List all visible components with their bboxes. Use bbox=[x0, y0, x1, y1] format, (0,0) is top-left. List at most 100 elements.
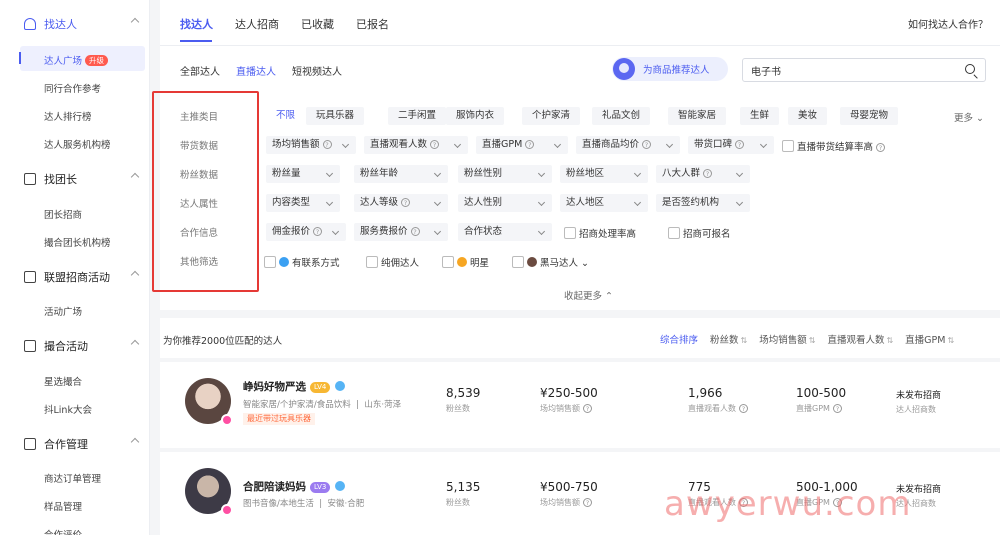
category-option[interactable]: 智能家居 bbox=[668, 107, 727, 125]
subtab-short-video[interactable]: 短视频达人 bbox=[292, 63, 342, 78]
tab-registered[interactable]: 已报名 bbox=[356, 16, 389, 32]
avg-price-dropdown[interactable]: 直播商品均价? bbox=[576, 136, 680, 154]
tab-find-creator[interactable]: 找达人 bbox=[180, 16, 213, 32]
search-icon[interactable] bbox=[965, 64, 975, 74]
creator-region-dropdown[interactable]: 达人地区 bbox=[560, 194, 648, 212]
checkbox-label: 直播带货结算率高 bbox=[797, 142, 874, 153]
tab-favorites[interactable]: 已收藏 bbox=[301, 16, 334, 32]
sidebar-item-activity-plaza[interactable]: 活动广场 bbox=[44, 304, 82, 318]
sort-label: 直播观看人数 bbox=[827, 335, 885, 346]
crowd-dropdown[interactable]: 八大人群? bbox=[656, 165, 750, 183]
sidebar-item-reviews[interactable]: 合作评价 bbox=[44, 527, 82, 535]
celebrity-checkbox[interactable]: 明星 bbox=[442, 255, 489, 269]
creator-tags: 图书音像/本地生活 | 安徽·合肥 bbox=[243, 499, 365, 509]
gpm-dropdown[interactable]: 直播GPM? bbox=[476, 136, 568, 154]
help-link[interactable]: 如何找达人合作？ bbox=[908, 16, 988, 31]
avatar[interactable] bbox=[185, 468, 233, 516]
recruit-rate-checkbox[interactable]: 招商处理率高 bbox=[564, 226, 636, 240]
sort-gpm[interactable]: 直播GPM ⇅ bbox=[905, 332, 954, 346]
sort-options: 综合排序 粉丝数 ⇅ 场均销售额 ⇅ 直播观看人数 ⇅ 直播GPM ⇅ bbox=[660, 332, 954, 346]
recommend-for-product-button[interactable]: 为商品推荐达人 bbox=[612, 57, 728, 81]
watermark: awyerwu.com bbox=[664, 484, 912, 524]
sort-label: 综合排序 bbox=[660, 335, 699, 346]
contact-checkbox[interactable]: 有联系方式 bbox=[264, 255, 340, 269]
top-tabs: 找达人 达人招商 已收藏 已报名 bbox=[180, 16, 389, 32]
creator-name[interactable]: 合肥陪读妈妈 LV3 bbox=[243, 479, 346, 494]
content-type-dropdown[interactable]: 内容类型 bbox=[266, 194, 340, 212]
category-option[interactable]: 二手闲置 bbox=[388, 107, 447, 125]
sidebar-section-match[interactable]: 撮合活动 bbox=[24, 338, 142, 354]
help-icon: ? bbox=[410, 227, 420, 236]
viewers-dropdown[interactable]: 直播观看人数? bbox=[364, 136, 468, 154]
search-box bbox=[742, 58, 986, 82]
sort-icon: ⇅ bbox=[886, 336, 894, 345]
sidebar-section-find-leader[interactable]: 找团长 bbox=[24, 171, 142, 187]
sidebar-item-peer-reference[interactable]: 同行合作参考 bbox=[44, 81, 101, 95]
subtab-all[interactable]: 全部达人 bbox=[180, 63, 220, 78]
chevron-up-icon bbox=[130, 172, 140, 182]
sidebar-item-samples[interactable]: 样品管理 bbox=[44, 499, 82, 513]
category-option[interactable]: 礼品文创 bbox=[592, 107, 651, 125]
signed-agency-dropdown[interactable]: 是否签约机构 bbox=[656, 194, 750, 212]
sort-sales[interactable]: 场均销售额 ⇅ bbox=[759, 332, 815, 346]
recruit-open-checkbox[interactable]: 招商可报名 bbox=[668, 226, 731, 240]
sort-label: 场均销售额 bbox=[759, 335, 807, 346]
sidebar-section-alliance[interactable]: 联盟招商活动 bbox=[24, 269, 142, 285]
sort-viewers[interactable]: 直播观看人数 ⇅ bbox=[827, 332, 893, 346]
sidebar-item-leader-agency-ranking[interactable]: 撮合团长机构榜 bbox=[44, 235, 111, 249]
filter-label: 主推类目 bbox=[180, 112, 219, 123]
sidebar-item-creator-plaza[interactable]: 达人广场 升级 bbox=[44, 53, 109, 67]
category-option[interactable]: 生鲜 bbox=[740, 107, 780, 125]
filter-label: 粉丝数据 bbox=[180, 170, 219, 181]
category-option[interactable]: 不限 bbox=[266, 107, 305, 125]
checkbox-label: 明星 bbox=[470, 258, 490, 269]
dark-horse-checkbox[interactable]: 黑马达人 ⌄ bbox=[512, 255, 589, 269]
sidebar-item-link-conference[interactable]: 抖Link大会 bbox=[44, 402, 92, 416]
sidebar-section-label: 撮合活动 bbox=[44, 340, 88, 353]
verified-icon bbox=[335, 481, 346, 491]
creator-level-dropdown[interactable]: 达人等级? bbox=[354, 194, 448, 212]
sales-dropdown[interactable]: 场均销售额? bbox=[266, 136, 356, 154]
creator-name[interactable]: 峥妈好物严选 LV4 bbox=[243, 379, 346, 394]
fans-count-dropdown[interactable]: 粉丝量 bbox=[266, 165, 340, 183]
search-input[interactable] bbox=[751, 59, 951, 81]
service-fee-dropdown[interactable]: 服务费报价? bbox=[354, 223, 448, 241]
category-option[interactable]: 美妆 bbox=[788, 107, 828, 125]
more-categories-button[interactable]: 更多 ⌄ bbox=[954, 110, 984, 124]
tab-creator-recruit[interactable]: 达人招商 bbox=[235, 16, 279, 32]
fans-gender-dropdown[interactable]: 粉丝性别 bbox=[458, 165, 552, 183]
fans-region-dropdown[interactable]: 粉丝地区 bbox=[560, 165, 648, 183]
dropdown-label: 场均销售额 bbox=[272, 139, 320, 150]
sidebar-item-leader-recruit[interactable]: 团长招商 bbox=[44, 207, 82, 221]
category-option[interactable]: 服饰内衣 bbox=[446, 107, 505, 125]
creator-gender-dropdown[interactable]: 达人性别 bbox=[458, 194, 552, 212]
coop-status-dropdown[interactable]: 合作状态 bbox=[458, 223, 552, 241]
category-option[interactable]: 玩具乐器 bbox=[306, 107, 365, 125]
creator-card[interactable]: 峥妈好物严选 LV4 智能家居/个护家清/食品饮料 | 山东·菏泽 最近带过玩具乐… bbox=[160, 362, 1000, 448]
subtab-live[interactable]: 直播达人 bbox=[236, 63, 276, 78]
reputation-dropdown[interactable]: 带货口碑? bbox=[688, 136, 774, 154]
stat-label: 达人招商数 bbox=[896, 405, 936, 414]
sidebar-item-agency-ranking[interactable]: 达人服务机构榜 bbox=[44, 137, 111, 151]
sort-default[interactable]: 综合排序 bbox=[660, 332, 698, 346]
stat-recruit: 未发布招商 达人招商数 bbox=[896, 388, 941, 415]
sidebar-item-creator-ranking[interactable]: 达人排行榜 bbox=[44, 109, 92, 123]
category-option[interactable]: 个护家清 bbox=[522, 107, 581, 125]
sidebar-item-star-match[interactable]: 星选撮合 bbox=[44, 374, 82, 388]
filter-label: 带货数据 bbox=[180, 141, 219, 152]
avatar[interactable] bbox=[185, 378, 233, 426]
sidebar-section-find-creator[interactable]: 找达人 bbox=[24, 16, 142, 32]
creator-name-text: 峥妈好物严选 bbox=[243, 381, 306, 393]
sort-fans[interactable]: 粉丝数 ⇅ bbox=[710, 332, 747, 346]
pure-commission-checkbox[interactable]: 纯佣达人 bbox=[366, 255, 419, 269]
stat-label: 粉丝数 bbox=[446, 404, 470, 413]
sidebar-section-label: 找团长 bbox=[44, 173, 77, 186]
fans-age-dropdown[interactable]: 粉丝年龄 bbox=[354, 165, 448, 183]
commission-dropdown[interactable]: 佣金报价? bbox=[266, 223, 346, 241]
settlement-rate-checkbox[interactable]: 直播带货结算率高? bbox=[782, 139, 886, 153]
sidebar-item-orders[interactable]: 商达订单管理 bbox=[44, 471, 101, 485]
collapse-filters-button[interactable]: 收起更多 ⌃ bbox=[564, 288, 613, 302]
sidebar-section-coop[interactable]: 合作管理 bbox=[24, 436, 142, 452]
filter-label: 合作信息 bbox=[180, 228, 219, 239]
category-option[interactable]: 母婴宠物 bbox=[840, 107, 899, 125]
